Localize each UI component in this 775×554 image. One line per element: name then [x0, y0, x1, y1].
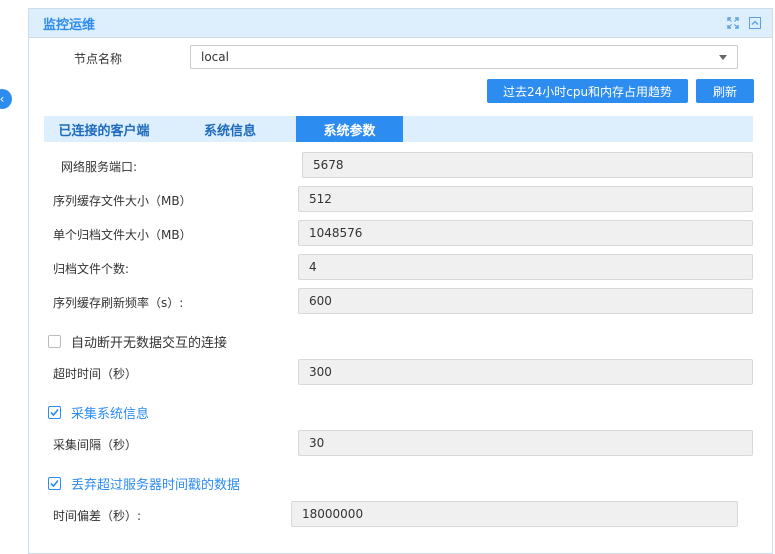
archive-count-value: 4 [309, 260, 317, 274]
seq-cache-size-label: 序列缓存文件大小（MB） [53, 194, 192, 208]
monitor-panel: 监控运维 节点名称 local 过去24小时cpu和内存占用趋势 刷新 已连接的… [28, 8, 773, 554]
collect-interval-value: 30 [309, 436, 325, 450]
seq-refresh-value: 600 [309, 294, 332, 308]
panel-header: 监控运维 [29, 9, 772, 38]
seq-refresh-label: 序列缓存刷新频率（s）: [53, 296, 184, 310]
collect-sysinfo-checkbox[interactable] [48, 406, 61, 419]
caret-down-icon [719, 54, 727, 60]
archive-count-input[interactable]: 4 [298, 254, 753, 280]
collapse-icon[interactable] [748, 16, 762, 30]
expand-icon[interactable] [726, 16, 740, 30]
discard-data-row: 丢弃超过服务器时间戳的数据 [48, 474, 240, 493]
tab-system-info[interactable]: 系统信息 [164, 116, 296, 142]
refresh-button[interactable]: 刷新 [696, 79, 754, 103]
tab-connected-clients[interactable]: 已连接的客户端 [44, 116, 164, 142]
archive-size-value: 1048576 [309, 226, 363, 240]
tab-bar: 已连接的客户端 系统信息 系统参数 [44, 116, 753, 142]
archive-size-input[interactable]: 1048576 [298, 220, 753, 246]
port-label: 网络服务端口: [61, 160, 138, 174]
check-icon [50, 408, 59, 417]
collect-interval-label: 采集间隔（秒） [53, 438, 138, 452]
panel-header-icons [726, 16, 762, 30]
trend-button[interactable]: 过去24小时cpu和内存占用趋势 [487, 79, 688, 103]
discard-data-label[interactable]: 丢弃超过服务器时间戳的数据 [71, 474, 240, 493]
seq-cache-size-input[interactable]: 512 [298, 186, 753, 212]
time-offset-label: 时间偏差（秒）: [53, 509, 142, 523]
collect-sysinfo-row: 采集系统信息 [48, 403, 149, 422]
node-row: 节点名称 [74, 45, 191, 71]
seq-cache-size-value: 512 [309, 192, 332, 206]
archive-count-label: 归档文件个数: [53, 262, 130, 276]
collect-interval-input[interactable]: 30 [298, 430, 753, 456]
time-offset-input[interactable]: 18000000 [291, 501, 738, 527]
chevron-left-icon: ‹ [0, 92, 5, 106]
discard-data-checkbox[interactable] [48, 477, 61, 490]
time-offset-value: 18000000 [302, 507, 364, 521]
collect-sysinfo-label[interactable]: 采集系统信息 [71, 403, 149, 422]
check-icon [50, 479, 59, 488]
collapse-sidebar-button[interactable]: ‹ [0, 89, 12, 109]
port-value: 5678 [313, 158, 344, 172]
port-input[interactable]: 5678 [302, 152, 753, 178]
node-select-value: local [201, 50, 229, 64]
panel-title: 监控运维 [43, 17, 96, 33]
seq-refresh-input[interactable]: 600 [298, 288, 753, 314]
tab-system-params[interactable]: 系统参数 [296, 116, 403, 142]
archive-size-label: 单个归档文件大小（MB） [53, 228, 192, 242]
timeout-label: 超时时间（秒） [53, 367, 138, 381]
timeout-input[interactable]: 300 [298, 359, 753, 385]
node-label: 节点名称 [74, 51, 123, 66]
auto-disconnect-label[interactable]: 自动断开无数据交互的连接 [71, 332, 227, 351]
node-select[interactable]: local [190, 45, 738, 69]
timeout-value: 300 [309, 365, 332, 379]
auto-disconnect-checkbox[interactable] [48, 335, 61, 348]
auto-disconnect-row: 自动断开无数据交互的连接 [48, 332, 227, 351]
